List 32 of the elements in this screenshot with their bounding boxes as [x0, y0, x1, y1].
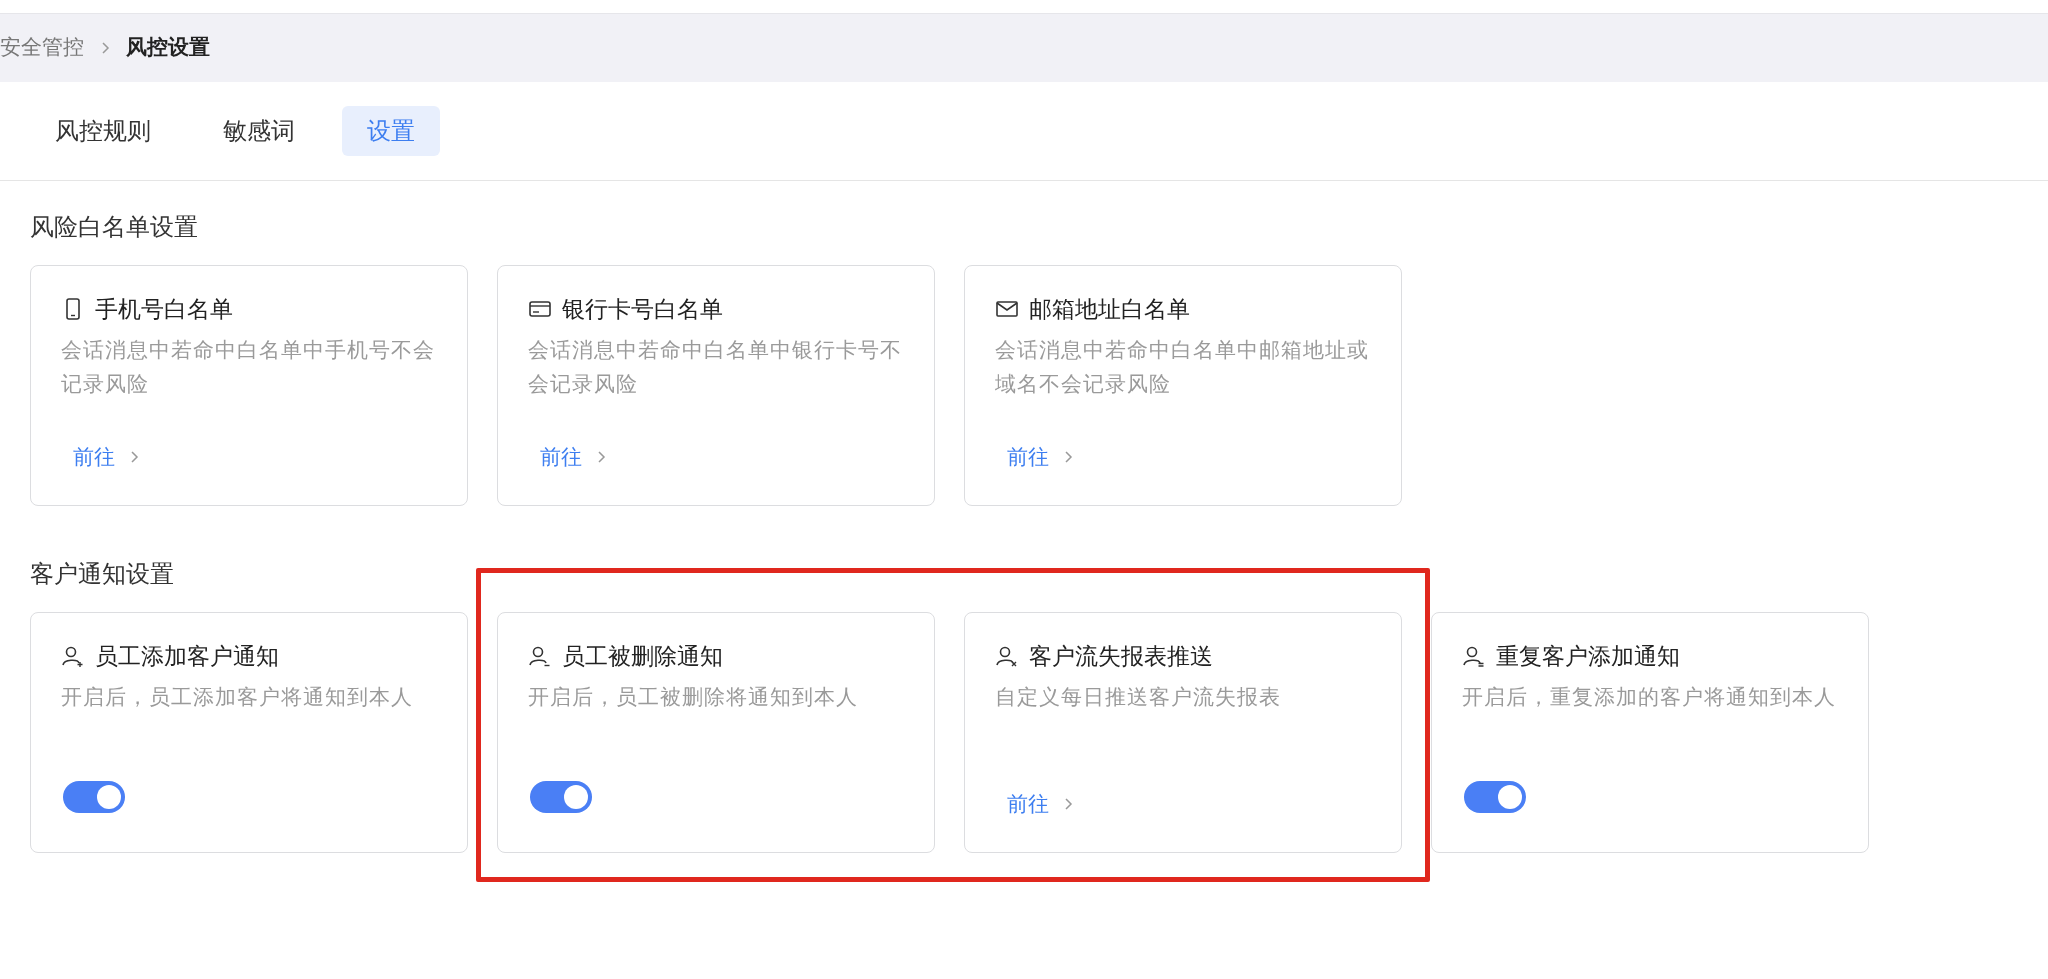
user-equal-icon: [1462, 644, 1486, 669]
tab[interactable]: 敏感词: [198, 106, 320, 156]
tab[interactable]: 风控规则: [30, 106, 176, 156]
card-title: 重复客户添加通知: [1496, 642, 1680, 671]
card-title: 员工添加客户通知: [95, 642, 279, 671]
toggle-switch[interactable]: [63, 781, 125, 813]
card-title: 客户流失报表推送: [1029, 642, 1213, 671]
user-plus-icon: [61, 644, 85, 669]
user-x-icon: [995, 644, 1019, 669]
user-minus-icon: [528, 644, 552, 669]
card-description: 自定义每日推送客户流失报表: [995, 683, 1282, 711]
go-link[interactable]: 前往: [73, 441, 141, 473]
go-link[interactable]: 前往: [1007, 788, 1075, 820]
card-description: 会话消息中若命中白名单中银行卡号不会记录风险: [528, 336, 903, 398]
card-title: 员工被删除通知: [562, 642, 723, 671]
card-title: 银行卡号白名单: [562, 295, 723, 324]
card-description: 会话消息中若命中白名单中邮箱地址或域名不会记录风险: [995, 336, 1370, 398]
tab[interactable]: 设置: [342, 106, 440, 156]
card-description: 开启后，重复添加的客户将通知到本人: [1462, 683, 1837, 711]
toggle-switch[interactable]: [530, 781, 592, 813]
card-title: 手机号白名单: [95, 295, 233, 324]
card-description: 开启后，员工被删除将通知到本人: [528, 683, 859, 711]
go-link[interactable]: 前往: [1007, 441, 1075, 473]
go-link[interactable]: 前往: [540, 441, 608, 473]
toggle-switch[interactable]: [1464, 781, 1526, 813]
section-title: 风险白名单设置: [30, 212, 199, 243]
section-title: 客户通知设置: [30, 559, 175, 590]
card-description: 会话消息中若命中白名单中手机号不会记录风险: [61, 336, 436, 398]
card-title: 邮箱地址白名单: [1029, 295, 1190, 324]
card-description: 开启后，员工添加客户将通知到本人: [61, 683, 414, 711]
breadcrumb-item: 风控设置: [126, 34, 210, 62]
breadcrumb-item[interactable]: 安全管控: [0, 32, 84, 64]
